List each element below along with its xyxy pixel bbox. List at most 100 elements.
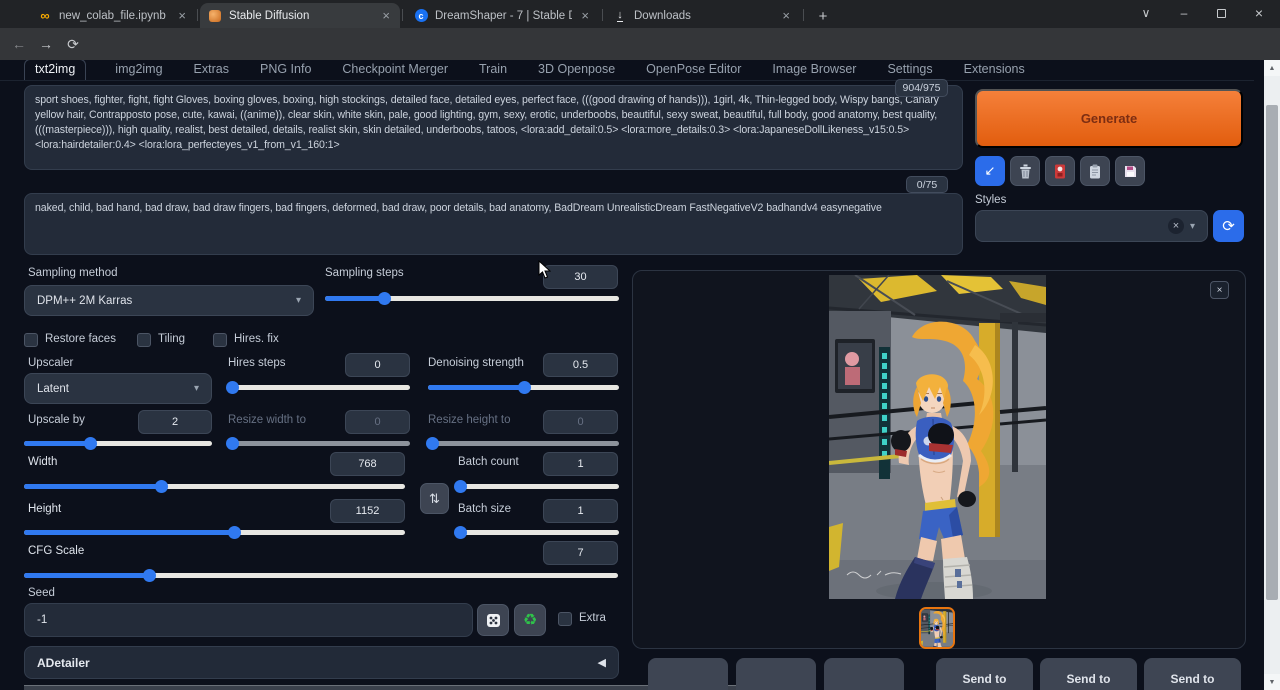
back-icon[interactable]: ← — [8, 33, 30, 55]
negative-token-counter: 0/75 — [906, 176, 948, 193]
close-window-button[interactable]: × — [1241, 0, 1277, 26]
reload-icon[interactable]: ⟳ — [62, 33, 84, 55]
browser-tab-colab[interactable]: ∞ new_colab_file.ipynb - Colaborat × — [30, 3, 196, 28]
chevron-down-icon: ▾ — [194, 383, 199, 394]
tab-3d-openpose[interactable]: 3D Openpose — [536, 60, 617, 80]
tab-image-browser[interactable]: Image Browser — [770, 60, 858, 80]
extra-seed-checkbox[interactable] — [558, 612, 572, 626]
page-scrollbar[interactable]: ▲ ▼ — [1264, 60, 1280, 690]
cfg-scale-slider[interactable] — [24, 569, 618, 582]
clear-styles-icon[interactable]: × — [1168, 218, 1184, 234]
hires-steps-slider[interactable] — [228, 381, 410, 394]
prompt-textarea[interactable]: sport shoes, fighter, fight, fight Glove… — [24, 85, 963, 170]
browser-tab-dreamshaper[interactable]: c DreamShaper - 7 | Stable Diffusio × — [406, 3, 599, 28]
reuse-seed-button[interactable]: ♻ — [514, 604, 546, 636]
tab-txt2img[interactable]: txt2img — [24, 60, 86, 80]
save-style-button[interactable] — [1115, 156, 1145, 186]
refresh-styles-button[interactable]: ⟳ — [1213, 210, 1244, 242]
tiling-label: Tiling — [158, 333, 185, 345]
random-seed-button[interactable] — [477, 604, 509, 636]
cfg-scale-value[interactable]: 7 — [543, 541, 618, 565]
tab-extras[interactable]: Extras — [192, 60, 231, 80]
flower-card-icon — [1054, 164, 1066, 179]
download-icon: ↓ — [613, 9, 627, 23]
tab-close-icon[interactable]: × — [176, 9, 188, 22]
width-value[interactable]: 768 — [330, 452, 405, 476]
upscaler-dropdown[interactable]: Latent ▾ — [24, 373, 212, 404]
width-slider[interactable] — [24, 480, 405, 493]
mouse-cursor — [538, 260, 551, 284]
apply-styles-button[interactable] — [1080, 156, 1110, 186]
denoising-strength-value[interactable]: 0.5 — [543, 353, 618, 377]
denoising-strength-slider[interactable] — [428, 381, 619, 394]
batch-count-label: Batch count — [458, 456, 519, 468]
tab-separator — [803, 9, 804, 21]
resize-height-slider — [428, 437, 619, 450]
forward-icon[interactable]: → — [35, 33, 57, 55]
new-tab-button[interactable]: + — [812, 5, 834, 27]
tab-settings[interactable]: Settings — [885, 60, 934, 80]
send-to-img2img-button[interactable]: Send to — [936, 658, 1033, 690]
tab-openpose-editor[interactable]: OpenPose Editor — [644, 60, 743, 80]
save-button[interactable] — [648, 658, 728, 690]
zip-button[interactable] — [736, 658, 816, 690]
tiling-checkbox[interactable] — [137, 333, 151, 347]
chrome-profile-chevron-icon[interactable]: ∨ — [1128, 0, 1164, 26]
maximize-button[interactable] — [1203, 0, 1239, 26]
browser-tab-downloads[interactable]: ↓ Downloads × — [605, 3, 800, 28]
sampling-method-dropdown[interactable]: DPM++ 2M Karras ▾ — [24, 285, 314, 316]
tab-img2img[interactable]: img2img — [113, 60, 164, 80]
adetailer-label: ADetailer — [37, 656, 90, 670]
tab-png-info[interactable]: PNG Info — [258, 60, 313, 80]
swap-dimensions-button[interactable]: ⇅ — [420, 483, 449, 514]
extra-networks-button[interactable] — [1045, 156, 1075, 186]
upscale-by-value[interactable]: 2 — [138, 410, 212, 434]
main-tab-bar: txt2img img2img Extras PNG Info Checkpoi… — [24, 60, 1027, 80]
batch-size-value[interactable]: 1 — [543, 499, 618, 523]
send-to-extras-button[interactable]: Send to — [1144, 658, 1241, 690]
swap-icon: ⇅ — [429, 491, 440, 507]
batch-count-slider[interactable] — [458, 480, 619, 493]
height-slider[interactable] — [24, 526, 405, 539]
gallery-thumbnail[interactable] — [919, 607, 955, 649]
tab-close-icon[interactable]: × — [780, 9, 792, 22]
scrollbar-thumb[interactable] — [1266, 105, 1278, 600]
batch-size-slider[interactable] — [458, 526, 619, 539]
tab-train[interactable]: Train — [477, 60, 509, 80]
close-preview-button[interactable]: × — [1210, 281, 1229, 299]
minimize-button[interactable]: – — [1166, 0, 1202, 26]
upscale-by-slider[interactable] — [24, 437, 212, 450]
send-to-inpaint-button[interactable]: Send to — [1040, 658, 1137, 690]
hires-steps-value[interactable]: 0 — [345, 353, 410, 377]
restore-faces-checkbox[interactable] — [24, 333, 38, 347]
seed-input[interactable]: -1 — [24, 603, 473, 637]
paste-arrow-icon: ↙ — [985, 163, 996, 179]
clear-prompt-button[interactable] — [1010, 156, 1040, 186]
chevron-down-icon: ▾ — [1190, 221, 1195, 232]
sampling-steps-slider[interactable] — [325, 292, 619, 305]
resize-width-label: Resize width to — [228, 414, 306, 426]
recycle-icon: ♻ — [523, 610, 537, 630]
browser-window: ∞ new_colab_file.ipynb - Colaborat × Sta… — [0, 0, 1280, 690]
batch-count-value[interactable]: 1 — [543, 452, 618, 476]
refresh-icon: ⟳ — [1222, 217, 1235, 235]
scroll-down-icon[interactable]: ▼ — [1264, 674, 1280, 690]
sampling-steps-value[interactable]: 30 — [543, 265, 618, 289]
tab-checkpoint-merger[interactable]: Checkpoint Merger — [340, 60, 450, 80]
cfg-scale-label: CFG Scale — [28, 545, 84, 557]
generate-button[interactable]: Generate — [975, 89, 1243, 148]
tab-close-icon[interactable]: × — [579, 9, 591, 22]
send-button[interactable] — [824, 658, 904, 690]
height-value[interactable]: 1152 — [330, 499, 405, 523]
browser-tab-stable-diffusion[interactable]: Stable Diffusion × — [200, 3, 400, 28]
hires-fix-checkbox[interactable] — [213, 333, 227, 347]
adetailer-accordion[interactable]: ADetailer ◀ — [24, 646, 619, 679]
scroll-up-icon[interactable]: ▲ — [1264, 60, 1280, 76]
tab-extensions[interactable]: Extensions — [962, 60, 1027, 80]
styles-dropdown[interactable]: × ▾ — [975, 210, 1208, 242]
floppy-icon — [1124, 165, 1137, 178]
paste-params-button[interactable]: ↙ — [975, 156, 1005, 186]
tab-close-icon[interactable]: × — [380, 9, 392, 22]
negative-prompt-textarea[interactable]: naked, child, bad hand, bad draw, bad dr… — [24, 193, 963, 255]
generated-image[interactable] — [829, 275, 1046, 599]
